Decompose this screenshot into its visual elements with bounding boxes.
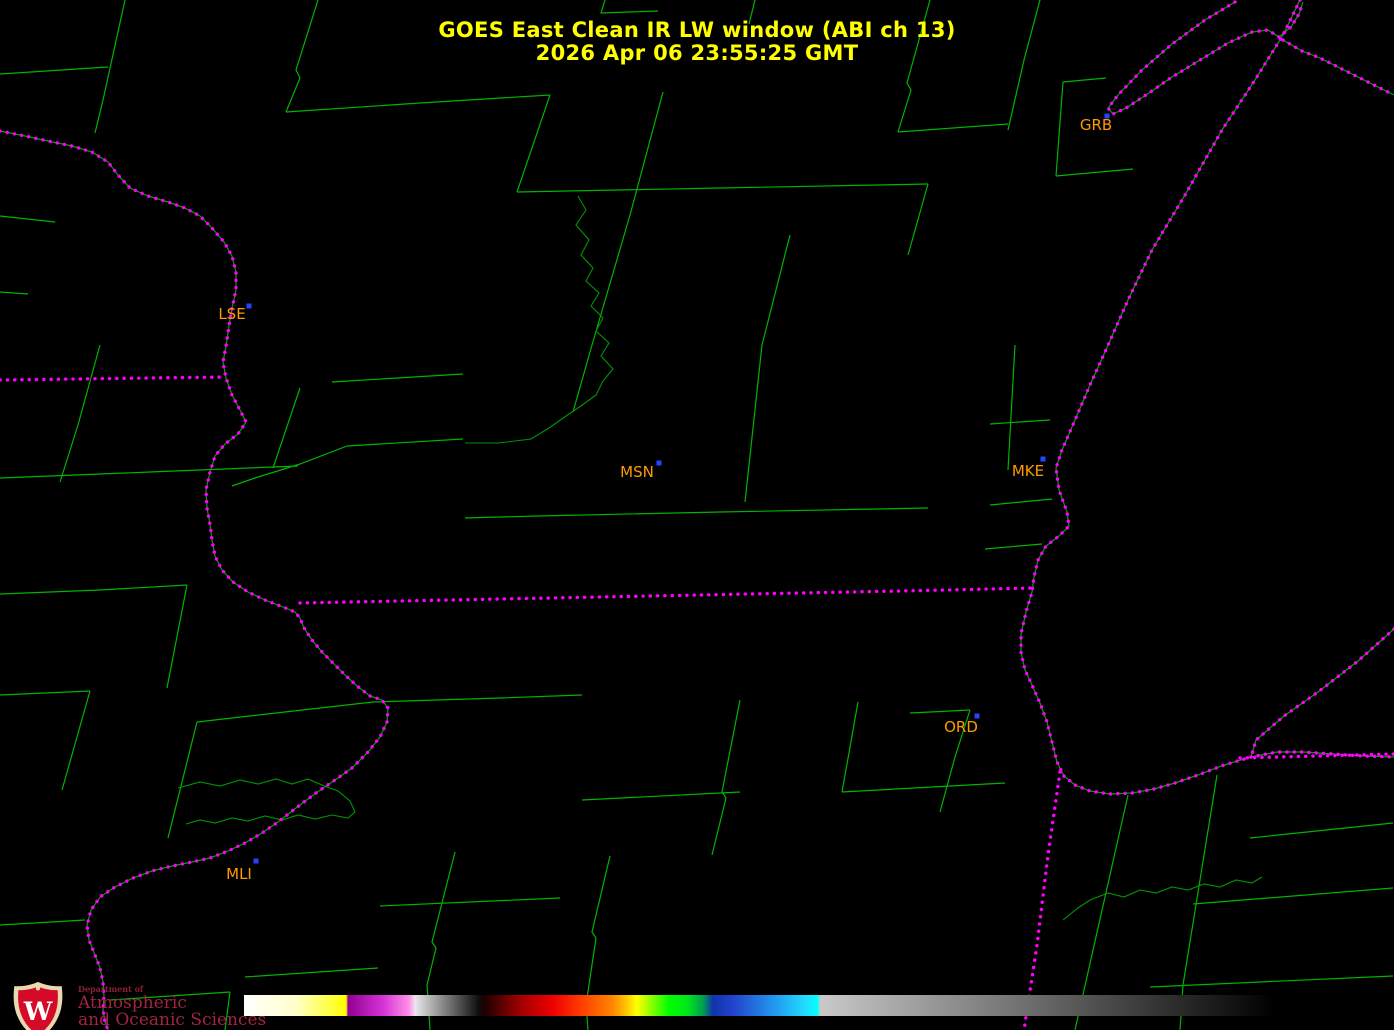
counties-line (285, 94, 551, 113)
temperature-color-scale (244, 995, 1275, 1016)
image-title: GOES East Clean IR LW window (ABI ch 13)… (0, 19, 1394, 65)
counties-line (984, 543, 1043, 550)
uw-crest-icon: W (13, 981, 63, 1030)
rivers-line (1062, 876, 1263, 921)
counties-line (464, 507, 929, 519)
counties-line (841, 701, 859, 793)
counties-line (600, 0, 659, 14)
counties-line (167, 721, 198, 839)
counties-line (0, 690, 91, 696)
counties-line (196, 694, 583, 723)
counties-line (331, 373, 464, 383)
counties-line (1055, 168, 1134, 177)
counties-line (1007, 344, 1016, 471)
shores-green-line (0, 130, 389, 1030)
station-label: MLI (226, 865, 252, 883)
state-border-line (1022, 770, 1062, 1030)
station-label: MSN (620, 463, 654, 481)
counties-line (0, 215, 56, 223)
counties-line (1149, 975, 1394, 988)
counties-line (59, 344, 101, 483)
counties-line (581, 791, 741, 801)
rivers-line (465, 195, 614, 444)
station-label: MKE (1012, 462, 1044, 480)
state-border-line (1249, 627, 1394, 759)
counties-line (989, 498, 1053, 506)
station-dot (1040, 456, 1046, 462)
state-border-line (0, 129, 390, 1030)
counties-line (572, 91, 664, 413)
counties-line (166, 584, 188, 689)
counties-line (1192, 887, 1394, 905)
counties-line (0, 66, 109, 75)
counties-line (244, 967, 379, 978)
state-border-line (0, 375, 227, 382)
counties-line (841, 782, 1006, 793)
logo-text-block: Department of Atmospheric and Oceanic Sc… (78, 981, 266, 1029)
counties-line (0, 291, 29, 295)
svg-text:W: W (23, 997, 53, 1027)
counties-line (379, 897, 561, 907)
map-canvas: LSE GRB MSN MKE ORD MLI (0, 0, 1394, 1030)
station-dot (656, 460, 662, 466)
station-dot (246, 303, 252, 309)
title-line2: 2026 Apr 06 23:55:25 GMT (535, 41, 859, 65)
station-label: GRB (1080, 116, 1112, 134)
counties-line (0, 919, 86, 926)
counties-line (0, 584, 188, 595)
counties-line (1062, 77, 1107, 83)
counties-line (989, 419, 1051, 425)
counties-line (1249, 822, 1394, 839)
station-dot (253, 858, 259, 864)
station-label: ORD (944, 718, 978, 736)
logo-name-line2: and Oceanic Sciences (78, 1010, 267, 1030)
counties-line (516, 94, 551, 193)
counties-line (346, 438, 464, 447)
satellite-image-viewport: LSE GRB MSN MKE ORD MLI GOES East Clean IR LW… (0, 0, 1394, 1030)
counties-line (61, 690, 91, 791)
counties-line (711, 699, 741, 856)
station-label: LSE (218, 305, 245, 323)
title-line1: GOES East Clean IR LW window (ABI ch 13) (438, 18, 956, 42)
counties-line (1055, 81, 1064, 177)
counties-line (909, 709, 971, 714)
uw-aos-logo: W Department of Atmospheric and Oceanic … (6, 981, 266, 1030)
counties-line (744, 234, 791, 503)
state-border-line (298, 586, 1037, 605)
counties-line (897, 123, 1009, 133)
counties-line (907, 183, 929, 256)
counties-line (516, 183, 929, 193)
counties-line (0, 465, 299, 479)
counties-line (272, 387, 301, 469)
